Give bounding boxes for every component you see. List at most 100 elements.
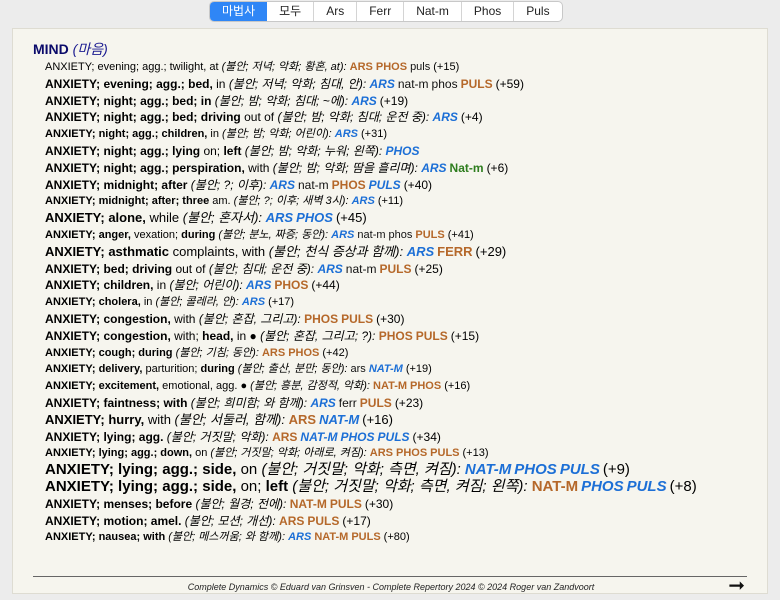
remedy-ars[interactable]: ARS xyxy=(266,210,293,225)
rubric-row[interactable]: ANXIETY; lying; agg.; side, on; left (불안… xyxy=(45,478,760,496)
remedy-phos[interactable]: phos xyxy=(389,229,413,241)
remedy-nat-m[interactable]: nat-m xyxy=(357,229,385,241)
tab-ars[interactable]: Ars xyxy=(313,2,356,21)
remedy-count[interactable]: (+16) xyxy=(362,412,393,427)
remedy-ars[interactable]: ARS xyxy=(351,94,376,108)
remedy-puls[interactable]: PULS xyxy=(369,178,401,192)
remedy-ars[interactable]: ARS xyxy=(310,396,335,410)
remedy-phos[interactable]: PHOS xyxy=(341,430,375,444)
remedy-phos[interactable]: PHOS xyxy=(296,210,333,225)
tab-puls[interactable]: Puls xyxy=(513,2,561,21)
remedy-puls[interactable]: PULS xyxy=(360,396,392,410)
rubric-row[interactable]: ANXIETY; night; agg.; bed; driving out o… xyxy=(45,109,760,126)
rubric-row[interactable]: ANXIETY; midnight; after; three am. (불안;… xyxy=(45,193,760,210)
rubric-row[interactable]: ANXIETY; lying; agg.; down, on (불안; 거짓말;… xyxy=(45,445,760,462)
remedy-nat-m[interactable]: nat-m xyxy=(398,77,429,91)
remedy-count[interactable]: (+19) xyxy=(406,363,432,375)
remedy-puls[interactable]: PULS xyxy=(627,478,667,495)
remedy-count[interactable]: (+80) xyxy=(384,531,410,543)
rubric-row[interactable]: ANXIETY; cough; during (불안; 기침; 동안): ARS… xyxy=(45,345,760,362)
remedy-count[interactable]: (+15) xyxy=(451,329,479,343)
remedy-count[interactable]: (+25) xyxy=(414,262,442,276)
remedy-count[interactable]: (+16) xyxy=(444,380,470,392)
rubric-row[interactable]: ANXIETY; hurry, with (불안; 서둘러, 함께): ARS N… xyxy=(45,412,760,429)
remedy-puls[interactable]: PULS xyxy=(307,514,339,528)
rubric-row[interactable]: ANXIETY; night; agg.; children, in (불안; … xyxy=(45,126,760,143)
remedy-phos[interactable]: phos xyxy=(432,77,458,91)
rubric-row[interactable]: ANXIETY; midnight; after (불안; ?; 이후): AR… xyxy=(45,177,760,194)
remedy-phos[interactable]: PHOS xyxy=(332,178,366,192)
rubric-row[interactable]: ANXIETY; motion; amel. (불안; 모션; 개선): ARS… xyxy=(45,513,760,530)
remedy-puls[interactable]: PULS xyxy=(330,497,362,511)
remedy-nat-m[interactable]: nat-m xyxy=(346,262,377,276)
rubric-row[interactable]: ANXIETY; congestion, with (불안; 혼잡, 그리고):… xyxy=(45,311,760,328)
remedy-nat-m[interactable]: NAT-M xyxy=(532,478,578,495)
remedy-ferr[interactable]: ferr xyxy=(339,396,357,410)
rubric-row[interactable]: ANXIETY; delivery, parturition; during (… xyxy=(45,361,760,378)
remedy-nat-m[interactable]: NAT-M xyxy=(369,363,403,375)
remedy-ars[interactable]: ARS xyxy=(246,278,271,292)
remedy-count[interactable]: (+15) xyxy=(433,61,459,73)
remedy-phos[interactable]: PHOS xyxy=(514,461,557,478)
rubric-row[interactable]: ANXIETY; night; agg.; lying on; left (불안… xyxy=(45,143,760,160)
remedy-count[interactable]: (+4) xyxy=(461,110,483,124)
tab-모두[interactable]: 모두 xyxy=(267,2,313,21)
remedy-ars[interactable]: ARS xyxy=(331,229,354,241)
remedy-phos[interactable]: PHOS xyxy=(274,278,308,292)
remedy-count[interactable]: (+19) xyxy=(380,94,408,108)
rubric-row[interactable]: ANXIETY; menses; before (불안; 월경; 전에): NA… xyxy=(45,496,760,513)
remedy-puls[interactable]: PULS xyxy=(379,262,411,276)
remedy-nat-m[interactable]: NAT-M xyxy=(290,497,327,511)
remedy-count[interactable]: (+30) xyxy=(376,312,404,326)
rubric-row[interactable]: ANXIETY; alone, while (불안; 혼자서): ARS PHOS… xyxy=(45,210,760,227)
remedy-count[interactable]: (+30) xyxy=(365,497,393,511)
rubric-row[interactable]: ANXIETY; congestion, with; head, in ● (불… xyxy=(45,328,760,345)
remedy-puls[interactable]: PULS xyxy=(416,329,448,343)
remedy-nat-m[interactable]: nat-m xyxy=(298,178,329,192)
rubric-row[interactable]: ANXIETY; night; agg.; bed; in (불안; 밤; 악화… xyxy=(45,93,760,110)
remedy-count[interactable]: (+40) xyxy=(404,178,432,192)
remedy-ars[interactable]: ARS xyxy=(433,110,458,124)
remedy-ferr[interactable]: FERR xyxy=(437,244,472,259)
remedy-phos[interactable]: PHOS xyxy=(304,312,338,326)
remedy-ars[interactable]: ARS xyxy=(350,61,373,73)
rubric-row[interactable]: ANXIETY; children, in (불안; 어린이): ARS PHOS… xyxy=(45,277,760,294)
remedy-count[interactable]: (+17) xyxy=(342,514,370,528)
remedy-count[interactable]: (+41) xyxy=(448,229,474,241)
remedy-count[interactable]: (+23) xyxy=(395,396,423,410)
remedy-count[interactable]: (+29) xyxy=(476,244,507,259)
remedy-ars[interactable]: ARS xyxy=(421,161,446,175)
remedy-count[interactable]: (+17) xyxy=(268,296,294,308)
remedy-nat-m[interactable]: NAT-M xyxy=(465,461,511,478)
remedy-ars[interactable]: ARS xyxy=(407,244,434,259)
remedy-ars[interactable]: ARS xyxy=(270,178,295,192)
tab-phos[interactable]: Phos xyxy=(460,2,513,21)
remedy-phos[interactable]: PHOS xyxy=(581,478,624,495)
rubric-row[interactable]: ANXIETY; bed; driving out of (불안; 침대; 운전… xyxy=(45,261,760,278)
remedy-ars[interactable]: ARS xyxy=(370,447,393,459)
remedy-phos[interactable]: PHOS xyxy=(376,61,407,73)
remedy-phos[interactable]: PHOS xyxy=(410,380,441,392)
remedy-ars[interactable]: ars xyxy=(351,363,366,375)
tab-nat-m[interactable]: Nat-m xyxy=(403,2,461,21)
remedy-nat-m[interactable]: NAT-M xyxy=(373,380,407,392)
remedy-puls[interactable]: PULS xyxy=(560,461,600,478)
remedy-count[interactable]: (+42) xyxy=(322,347,348,359)
rubric-row[interactable]: ANXIETY; cholera, in (불안; 콜레라, 안): ARS (+… xyxy=(45,294,760,311)
remedy-count[interactable]: (+31) xyxy=(361,128,387,140)
remedy-nat-m[interactable]: NAT-M xyxy=(319,412,359,427)
remedy-phos[interactable]: PHOS xyxy=(386,144,420,158)
rubric-row[interactable]: ANXIETY; faintness; with (불안; 희미함; 와 함께)… xyxy=(45,395,760,412)
remedy-count[interactable]: (+6) xyxy=(487,161,509,175)
rubric-row[interactable]: ANXIETY; asthmatic complaints, with (불안;… xyxy=(45,244,760,261)
remedy-count[interactable]: (+59) xyxy=(496,77,524,91)
remedy-ars[interactable]: ARS xyxy=(279,514,304,528)
remedy-puls[interactable]: PULS xyxy=(415,229,444,241)
remedy-puls[interactable]: PULS xyxy=(351,531,380,543)
next-page-arrow-icon[interactable]: ➞ xyxy=(728,576,745,596)
remedy-puls[interactable]: PULS xyxy=(378,430,410,444)
remedy-count[interactable]: (+45) xyxy=(336,210,367,225)
remedy-phos[interactable]: PHOS xyxy=(288,347,319,359)
remedy-count[interactable]: (+34) xyxy=(413,430,441,444)
remedy-ars[interactable]: ARS xyxy=(272,430,297,444)
